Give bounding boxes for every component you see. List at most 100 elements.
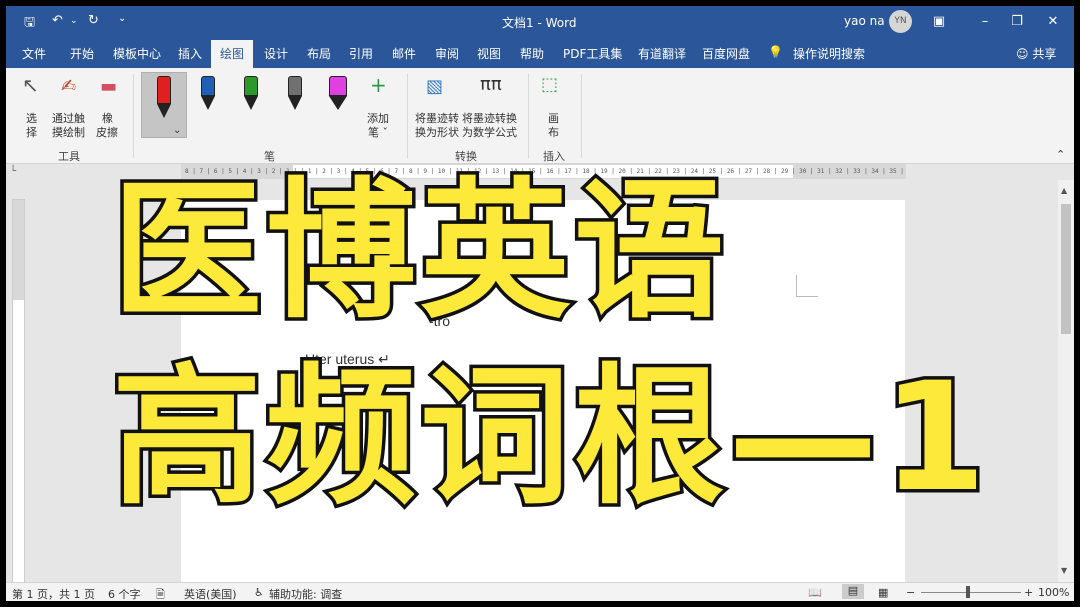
- accessibility-status[interactable]: 辅助功能: 调查: [269, 586, 342, 601]
- margin-corner-mark: [796, 275, 818, 297]
- tab-review[interactable]: 审阅: [435, 45, 459, 62]
- read-mode-icon[interactable]: 📖: [808, 586, 822, 599]
- close-icon[interactable]: ✕: [1030, 6, 1074, 38]
- group-label-convert: 转换: [455, 150, 477, 163]
- save-icon[interactable]: 🖫: [24, 13, 35, 35]
- zoom-slider[interactable]: [921, 592, 1021, 593]
- add-pen-label-1: 添加: [367, 112, 389, 125]
- language[interactable]: 英语(美国): [184, 586, 237, 601]
- tab-layout[interactable]: 布局: [307, 45, 331, 62]
- redo-icon[interactable]: ↻: [88, 13, 99, 28]
- pen-gray[interactable]: [283, 76, 307, 118]
- tab-templates[interactable]: 模板中心: [113, 45, 161, 62]
- word-window: 🖫 ↶ ⌄ ↻ ⌄ 文档1 - Word yao na YN ▣ – ❐ ✕ 文…: [6, 6, 1074, 601]
- print-layout-icon[interactable]: ▤: [842, 584, 864, 599]
- document-area: -tro Uter uterus ↵: [26, 180, 1058, 590]
- accessibility-icon: ♿: [254, 586, 264, 599]
- canvas-icon: ⬚: [541, 74, 559, 95]
- pen-dropdown-icon[interactable]: ⌄: [173, 124, 181, 138]
- page-count[interactable]: 第 1 页，共 1 页: [12, 586, 95, 601]
- tab-insert[interactable]: 插入: [178, 45, 202, 62]
- tell-me-search[interactable]: 操作说明搜索: [793, 45, 865, 62]
- ink-to-math-label-1: 将墨迹转换: [462, 112, 517, 125]
- zoom-level[interactable]: 100%: [1038, 586, 1069, 599]
- tab-pdf-tools[interactable]: PDF工具集: [563, 45, 622, 62]
- pen-green[interactable]: [239, 76, 263, 118]
- group-label-tools: 工具: [58, 150, 80, 163]
- pen-body: [329, 76, 347, 96]
- ink-to-shape-label-2: 换为形状: [415, 126, 459, 139]
- pen-red[interactable]: [152, 76, 176, 118]
- select-label-2: 择: [26, 126, 37, 139]
- select-label-1: 选: [26, 112, 37, 125]
- plus-icon: +: [370, 73, 387, 97]
- web-layout-icon[interactable]: ▦: [878, 586, 888, 599]
- user-name[interactable]: yao na: [844, 14, 885, 28]
- pointer-icon: ↖: [22, 73, 39, 97]
- collapse-ribbon-icon[interactable]: ⌃: [1056, 148, 1065, 162]
- document-page[interactable]: -tro Uter uterus ↵: [181, 200, 905, 590]
- pen-tip: [157, 104, 171, 118]
- tab-mailings[interactable]: 邮件: [392, 45, 416, 62]
- word-count[interactable]: 6 个字: [108, 586, 141, 601]
- divider: [581, 74, 582, 158]
- customize-icon[interactable]: ⌄: [118, 13, 126, 24]
- horizontal-ruler[interactable]: 8 | 7 | 6 | 5 | 4 | 3 | 2 | 1 | | 1 | 2 …: [181, 164, 906, 179]
- divider: [133, 74, 134, 158]
- tab-selector-icon[interactable]: └: [10, 166, 16, 177]
- pen-tip: [329, 96, 347, 110]
- document-line-1[interactable]: -tro: [429, 313, 450, 329]
- scrollbar-thumb[interactable]: [1061, 204, 1071, 334]
- person-icon: ☺: [1016, 47, 1029, 61]
- pen-tip: [288, 96, 302, 110]
- lightbulb-icon: 💡: [768, 45, 783, 59]
- zoom-in-icon[interactable]: +: [1024, 586, 1033, 599]
- eraser-label-2: 皮擦: [96, 126, 118, 139]
- ink-to-shape-label-1: 将墨迹转: [415, 112, 459, 125]
- zoom-out-icon[interactable]: −: [906, 586, 915, 599]
- pen-body: [157, 76, 171, 104]
- share-button[interactable]: ☺ 共享: [1016, 45, 1056, 62]
- tab-file[interactable]: 文件: [22, 45, 46, 62]
- undo-icon[interactable]: ↶: [52, 13, 63, 28]
- share-label: 共享: [1032, 47, 1057, 61]
- tab-help[interactable]: 帮助: [520, 45, 544, 62]
- canvas-label-1: 画: [548, 112, 559, 125]
- ink-shape-icon: ▧: [426, 76, 444, 97]
- tab-references[interactable]: 引用: [349, 45, 373, 62]
- pen-blue[interactable]: [196, 76, 220, 118]
- status-bar: 第 1 页，共 1 页 6 个字 🗎 英语(美国) ♿ 辅助功能: 调查 📖 ▤…: [6, 582, 1074, 601]
- group-label-insert: 插入: [543, 150, 565, 163]
- group-label-pens: 笔: [264, 150, 275, 163]
- zoom-slider-thumb[interactable]: [966, 586, 970, 598]
- ruler-margin: [13, 200, 24, 300]
- undo-dropdown-icon[interactable]: ⌄: [70, 16, 78, 26]
- ribbon-display-icon[interactable]: ▣: [916, 6, 962, 38]
- vertical-scrollbar[interactable]: ▲ ▼: [1058, 180, 1074, 582]
- tab-draw[interactable]: 绘图: [211, 40, 254, 68]
- pen-body: [201, 76, 215, 96]
- ribbon-tabs: 文件 开始 模板中心 插入 绘图 设计 布局 引用 邮件 审阅 视图 帮助 PD…: [6, 38, 1074, 68]
- scroll-up-icon[interactable]: ▲: [1061, 186, 1067, 195]
- avatar[interactable]: YN: [889, 10, 912, 33]
- divider: [407, 74, 408, 158]
- pen-body: [288, 76, 302, 96]
- touch-draw-icon: ✍: [61, 76, 77, 97]
- document-line-2[interactable]: Uter uterus ↵: [305, 351, 390, 368]
- tab-design[interactable]: 设计: [264, 45, 288, 62]
- title-bar: 🖫 ↶ ⌄ ↻ ⌄ 文档1 - Word yao na YN ▣ – ❐ ✕: [6, 6, 1074, 38]
- ink-to-math-label-2: 为数学公式: [462, 126, 517, 139]
- tab-youdao[interactable]: 有道翻译: [638, 45, 686, 62]
- tab-view[interactable]: 视图: [477, 45, 501, 62]
- touch-draw-label-1: 通过触: [52, 112, 85, 125]
- proofing-icon[interactable]: 🗎: [156, 586, 165, 601]
- tab-home[interactable]: 开始: [70, 45, 94, 62]
- scroll-down-icon[interactable]: ▼: [1061, 566, 1067, 575]
- highlighter-pink[interactable]: [326, 76, 350, 118]
- eraser-label-1: 橡: [102, 112, 113, 125]
- tab-baidu-netdisk[interactable]: 百度网盘: [702, 45, 750, 62]
- ruler-ticks: 8 | 7 | 6 | 5 | 4 | 3 | 2 | 1 | | 1 | 2 …: [185, 168, 906, 175]
- vertical-ruler[interactable]: [12, 199, 25, 584]
- canvas-label-2: 布: [548, 126, 559, 139]
- pen-body: [244, 76, 258, 96]
